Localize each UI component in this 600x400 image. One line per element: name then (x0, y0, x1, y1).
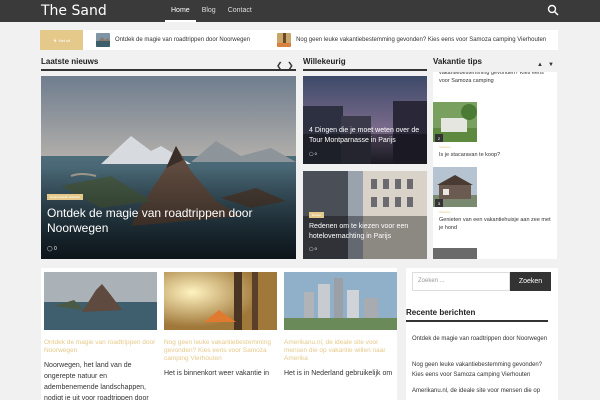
section-title-tips: Vakantie tips (433, 57, 482, 66)
nav-blog[interactable]: Blog (196, 0, 222, 22)
section-title-latest: Laatste nieuws (41, 57, 99, 66)
ticker-badge-label: Net uit (58, 37, 71, 43)
card-image (303, 76, 427, 164)
comment-count: ◯ 0 (47, 246, 57, 252)
post-title[interactable]: Ontdek de magie van roadtrippen door Noo… (44, 339, 157, 355)
ticker-item[interactable]: Nog geen leuke vakantiebestemming gevond… (277, 33, 546, 47)
tip-title[interactable]: vakantiebestemming gevonden? Kies eens v… (439, 72, 551, 85)
post-image (44, 272, 157, 330)
site-title[interactable]: The Sand (41, 2, 107, 20)
ticker-thumbnail (96, 33, 110, 47)
top-navigation-bar: The Sand Home Blog Contact (0, 0, 600, 22)
ticker-badge: Net uit (40, 30, 83, 50)
post-image (164, 272, 277, 330)
tip-number: 3 (435, 199, 443, 207)
section-divider (303, 69, 427, 71)
random-card[interactable]: Reizen Redenen om te kiezen voor een hot… (303, 171, 427, 259)
sidebar: Zoeken ... Zoeken Recente berichten Ontd… (406, 268, 558, 400)
section-divider (406, 320, 548, 322)
search-input[interactable]: Zoeken ... (412, 272, 510, 291)
comment-count: ◯ 0 (309, 246, 317, 251)
tips-carousel: vakantiebestemming gevonden? Kies eens v… (433, 72, 557, 259)
chevron-up-icon[interactable]: ▲ (537, 62, 543, 68)
bolt-icon (53, 37, 57, 43)
posts-grid: Ontdek de magie van roadtrippen door Noo… (41, 268, 397, 400)
card-title[interactable]: Redenen om te kiezen voor een hotelovern… (309, 222, 424, 242)
recent-post-link[interactable]: Amerikanu.nl, de ideale site voor mensen… (412, 386, 552, 396)
card-title[interactable]: 4 Dingen die je moet weten over de Tour … (309, 126, 424, 146)
nav-contact[interactable]: Contact (222, 0, 258, 22)
post-title[interactable]: Nog geen leuke vakantiebestemming gevond… (164, 339, 277, 363)
post-excerpt: Noorwegen, het land van de ongerepte nat… (44, 362, 149, 400)
section-title-recent: Recente berichten (406, 308, 476, 317)
post-card[interactable]: Nog geen leuke vakantiebestemming gevond… (164, 272, 277, 379)
ticker-thumbnail (277, 33, 292, 47)
section-divider (41, 69, 296, 71)
comment-icon: ◯ (47, 246, 53, 252)
chevron-left-icon[interactable]: ❮ (276, 61, 283, 70)
chevron-right-icon[interactable]: ❯ (287, 61, 294, 70)
nav-home[interactable]: Home (165, 0, 196, 22)
tip-tag[interactable]: Vakantie (439, 210, 450, 214)
search-icon[interactable] (547, 4, 559, 16)
news-ticker: Net uit Ontdek de magie van roadtrippen … (40, 30, 558, 50)
tip-tag[interactable]: Vakantie (439, 145, 450, 149)
category-tag[interactable]: Gesponsorde artikelen (47, 194, 84, 200)
ticker-item-text: Ontdek de magie van roadtrippen door Noo… (115, 37, 251, 43)
ticker-item[interactable]: Ontdek de magie van roadtrippen door Noo… (96, 33, 250, 47)
hero-slide[interactable]: Gesponsorde artikelen Ontdek de magie va… (41, 76, 296, 259)
ticker-item-text: Nog geen leuke vakantiebestemming gevond… (296, 37, 547, 43)
post-title[interactable]: Amerikanu.nl, de ideale site voor mensen… (284, 339, 397, 363)
chevron-down-icon[interactable]: ▼ (548, 62, 554, 68)
recent-post-link[interactable]: Nog geen leuke vakantiebestemming gevond… (412, 360, 552, 380)
category-tag[interactable]: Reizen (309, 212, 325, 218)
recent-post-link[interactable]: Ontdek de magie van roadtrippen door Noo… (412, 334, 552, 344)
post-excerpt: Het is binnenkort weer vakantie in (164, 370, 270, 377)
post-card[interactable]: Amerikanu.nl, de ideale site voor mensen… (284, 272, 397, 379)
hero-title[interactable]: Ontdek de magie van roadtrippen door Noo… (47, 206, 287, 236)
main-nav: Home Blog Contact (165, 0, 258, 22)
tip-title[interactable]: Genieten van een vakantiehuisje aan zee … (439, 216, 551, 232)
search-button[interactable]: Zoeken (510, 272, 551, 291)
comment-count: ◯ 0 (309, 151, 317, 156)
tip-title[interactable]: Is je stacaravan te koop? (439, 151, 551, 159)
post-image (284, 272, 397, 330)
random-card[interactable]: 4 Dingen die je moet weten over de Tour … (303, 76, 427, 164)
post-card[interactable]: Ontdek de magie van roadtrippen door Noo… (44, 272, 157, 400)
tip-number: 2 (435, 134, 443, 142)
post-excerpt: Het is in Nederland gebruikelijk om (284, 370, 393, 377)
section-title-random: Willekeurig (303, 57, 346, 66)
tip-thumbnail[interactable] (433, 248, 477, 259)
